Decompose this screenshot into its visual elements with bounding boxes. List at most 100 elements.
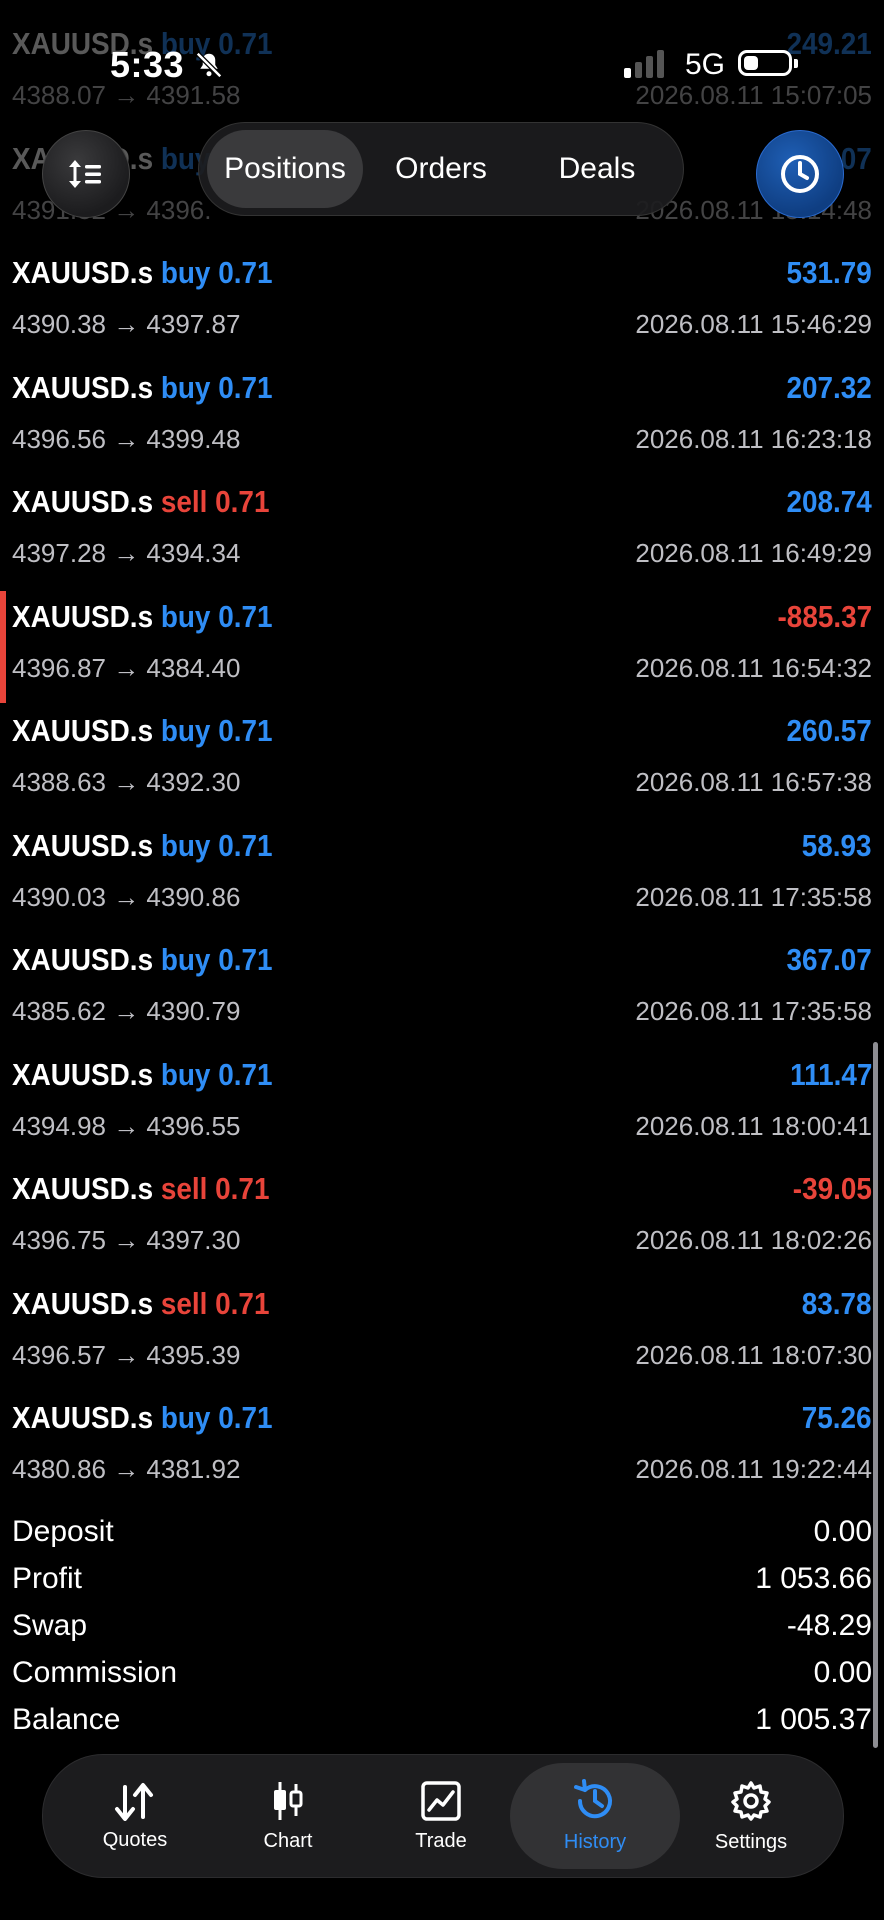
deal-prices: 4396.56 → 4399.48: [12, 423, 241, 454]
deal-profit: 83.78: [802, 1285, 872, 1321]
deal-row[interactable]: XAUUSD.s buy 0.71 4390.38 → 4397.87 531.79…: [0, 245, 884, 359]
nav-label: Quotes: [102, 1828, 168, 1851]
symbol-name: XAUUSD.s: [12, 255, 154, 290]
candlestick-icon: [274, 1781, 303, 1820]
deal-prices: 4394.98 → 4396.55: [12, 1110, 241, 1141]
deal-datetime: 2026.08.11 19:22:44: [635, 1454, 872, 1484]
deal-row[interactable]: XAUUSD.s buy 0.71 4394.98 → 4396.55 111.47…: [0, 1047, 884, 1161]
tab-positions[interactable]: Positions: [207, 130, 363, 208]
deal-volume: 0.71: [218, 255, 273, 290]
deal-symbol: XAUUSD.s buy 0.71: [12, 828, 273, 864]
deal-volume: 0.71: [218, 598, 273, 634]
summary-row: Balance 1 005.37: [12, 1696, 872, 1743]
bottom-tab-bar: Quotes Chart Trade History Settings: [42, 1754, 844, 1878]
deal-volume: 0.71: [215, 484, 270, 519]
deal-datetime: 2026.08.11 17:35:58: [635, 996, 872, 1026]
deal-datetime: 2026.08.11 18:02:26: [635, 1225, 872, 1255]
tab-orders[interactable]: Orders: [363, 130, 519, 208]
period-button[interactable]: [756, 130, 844, 218]
deal-direction: sell: [160, 1171, 208, 1206]
deal-row[interactable]: XAUUSD.s sell 0.71 4396.75 → 4397.30 -39.0…: [0, 1161, 884, 1275]
symbol-name: XAUUSD.s: [12, 827, 154, 863]
deal-volume: 0.71: [218, 942, 273, 977]
network-type: 5G: [685, 48, 726, 81]
deal-prices: 4388.63 → 4392.30: [12, 767, 241, 797]
nav-label: History: [563, 1830, 627, 1853]
deal-direction: buy: [160, 598, 211, 634]
status-time: 5:33: [110, 44, 185, 85]
nav-trade[interactable]: Trade: [361, 1763, 521, 1869]
deal-volume: 0.71: [218, 1056, 273, 1092]
status-bar: 5:33 5G: [0, 0, 884, 120]
deal-profit: 75.26: [802, 1400, 872, 1435]
deal-profit: 207.32: [786, 369, 872, 405]
deal-symbol: XAUUSD.s buy 0.71: [12, 713, 273, 749]
deal-prices: 4396.57 → 4395.39: [12, 1339, 241, 1370]
deal-direction: buy: [160, 713, 211, 748]
summary-panel: Deposit 0.00 Profit 1 053.66 Swap -48.29 Commi…: [12, 1508, 872, 1743]
deal-row[interactable]: XAUUSD.s buy 0.71 4388.63 → 4392.30 260.57…: [0, 703, 884, 817]
deal-row[interactable]: XAUUSD.s buy 0.71 4385.62 → 4390.79 367.07…: [0, 932, 884, 1046]
nav-label: Chart: [263, 1829, 313, 1852]
deal-volume: 0.71: [215, 1285, 270, 1321]
deal-symbol: XAUUSD.s buy 0.71: [12, 599, 273, 635]
symbol-name: XAUUSD.s: [12, 942, 154, 977]
trade-chart-icon: [421, 1780, 461, 1821]
deal-datetime: 2026.08.11 17:35:58: [635, 881, 872, 912]
summary-label: Profit: [12, 1561, 83, 1595]
deal-prices: 4380.86 → 4381.92: [12, 1454, 241, 1484]
nav-label: Settings: [714, 1830, 788, 1853]
deal-direction: buy: [160, 827, 211, 863]
deal-row[interactable]: XAUUSD.s buy 0.71 4396.87 → 4384.40 -885.3…: [0, 589, 884, 703]
deal-symbol: XAUUSD.s sell 0.71: [12, 1171, 269, 1207]
summary-label: Swap: [12, 1608, 88, 1642]
deal-datetime: 2026.08.11 16:57:38: [635, 767, 872, 797]
deal-volume: 0.71: [218, 713, 273, 748]
deal-row[interactable]: XAUUSD.s buy 0.71 4390.03 → 4390.86 58.93 2…: [0, 818, 884, 932]
nav-settings[interactable]: Settings: [671, 1763, 831, 1869]
deal-direction: buy: [160, 1400, 211, 1435]
bell-muted-icon: [195, 51, 223, 79]
deal-profit: 367.07: [786, 942, 872, 977]
nav-quotes[interactable]: Quotes: [55, 1763, 215, 1869]
deal-row[interactable]: XAUUSD.s buy 0.71 4380.86 → 4381.92 75.26 2…: [0, 1390, 884, 1504]
summary-row: Swap -48.29: [12, 1602, 872, 1649]
deal-row[interactable]: XAUUSD.s buy 0.71 4396.56 → 4399.48 207.32…: [0, 360, 884, 474]
gear-icon: [731, 1780, 771, 1821]
summary-value: 0.00: [813, 1655, 872, 1689]
nav-label: Trade: [415, 1829, 467, 1852]
deal-volume: 0.71: [218, 827, 273, 863]
nav-chart[interactable]: Chart: [208, 1763, 368, 1869]
deal-volume: 0.71: [218, 1400, 273, 1435]
history-clock-icon: [574, 1778, 612, 1818]
deal-symbol: XAUUSD.s buy 0.71: [12, 1057, 273, 1093]
deal-row[interactable]: XAUUSD.s sell 0.71 4396.57 → 4395.39 83.78…: [0, 1276, 884, 1390]
deal-direction: buy: [160, 942, 211, 977]
deal-symbol: XAUUSD.s buy 0.71: [12, 942, 273, 978]
deal-volume: 0.71: [218, 369, 273, 405]
nav-history[interactable]: History: [510, 1763, 680, 1869]
deal-direction: sell: [160, 484, 208, 519]
deal-prices: 4396.87 → 4384.40: [12, 652, 241, 683]
deal-datetime: 2026.08.11 15:46:29: [635, 309, 872, 339]
deal-symbol: XAUUSD.s buy 0.71: [12, 370, 273, 406]
clock-icon: [781, 155, 819, 193]
symbol-name: XAUUSD.s: [12, 1171, 154, 1206]
deal-profit: 208.74: [786, 484, 872, 519]
deal-prices: 4397.28 → 4394.34: [12, 538, 241, 568]
symbol-name: XAUUSD.s: [12, 1285, 154, 1321]
deal-symbol: XAUUSD.s sell 0.71: [12, 1286, 269, 1322]
symbol-name: XAUUSD.s: [12, 369, 154, 405]
deal-profit: 531.79: [786, 255, 872, 290]
scrollbar[interactable]: [873, 1042, 878, 1748]
deal-prices: 4385.62 → 4390.79: [12, 996, 241, 1026]
battery-icon: [738, 50, 798, 76]
sort-button[interactable]: [42, 130, 130, 218]
deal-datetime: 2026.08.11 16:23:18: [635, 423, 872, 454]
summary-label: Balance: [12, 1702, 121, 1736]
summary-label: Deposit: [12, 1514, 114, 1548]
deal-row[interactable]: XAUUSD.s sell 0.71 4397.28 → 4394.34 208.7…: [0, 474, 884, 588]
cellular-signal-icon: [624, 46, 664, 78]
deal-datetime: 2026.08.11 18:00:41: [635, 1110, 872, 1141]
tab-deals[interactable]: Deals: [519, 130, 675, 208]
